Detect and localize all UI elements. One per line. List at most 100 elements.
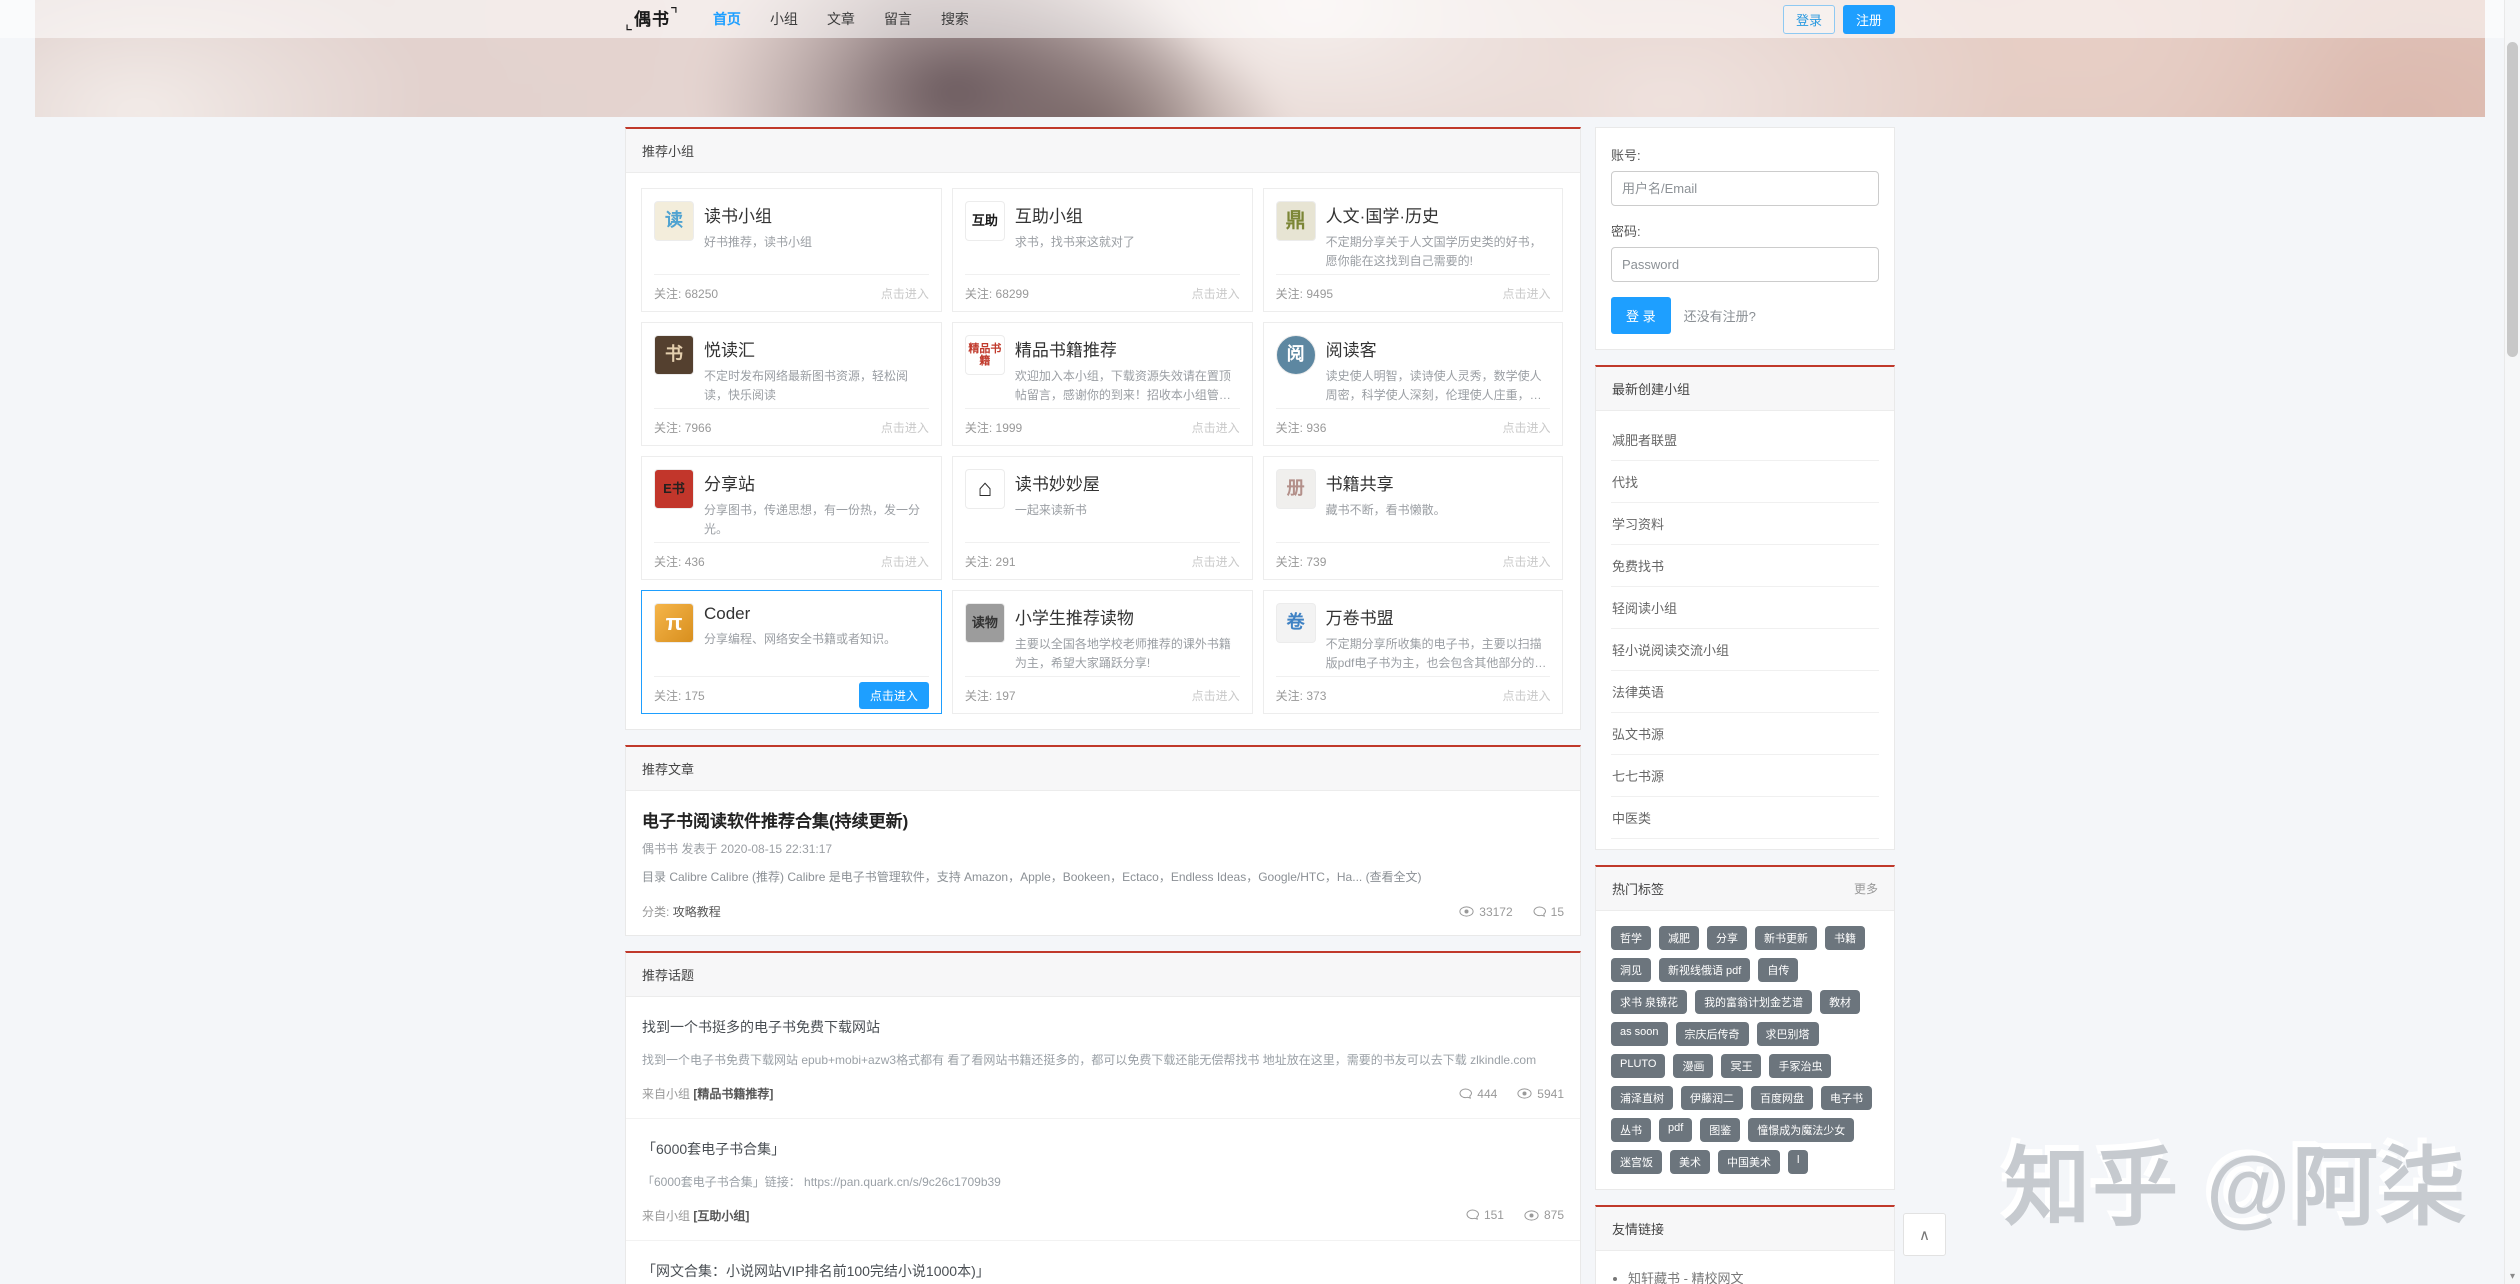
- group-name[interactable]: 悦读汇: [704, 336, 929, 361]
- register-hint-link[interactable]: 还没有注册?: [1684, 306, 1756, 325]
- tag[interactable]: 洞见: [1611, 958, 1651, 982]
- topic-title[interactable]: 「6000套电子书合集」: [642, 1139, 1564, 1159]
- group-name[interactable]: 分享站: [704, 470, 929, 495]
- group-name[interactable]: Coder: [704, 604, 896, 624]
- new-group-item[interactable]: 弘文书源: [1611, 713, 1879, 755]
- enter-group-link[interactable]: 点击进入: [1192, 553, 1240, 570]
- tag[interactable]: 美术: [1670, 1150, 1710, 1174]
- category-link[interactable]: 攻略教程: [673, 905, 721, 919]
- tag[interactable]: PLUTO: [1611, 1054, 1665, 1078]
- tag[interactable]: 憧憬成为魔法少女: [1748, 1118, 1854, 1142]
- group-card[interactable]: 精品书籍 精品书籍推荐 欢迎加入本小组，下载资源失效请在置顶帖留言，感谢你的到来…: [952, 322, 1253, 446]
- tag[interactable]: 浦泽直树: [1611, 1086, 1673, 1110]
- enter-group-link[interactable]: 点击进入: [881, 419, 929, 436]
- enter-group-link[interactable]: 点击进入: [1502, 553, 1550, 570]
- tag[interactable]: 新视线俄语 pdf: [1659, 958, 1750, 982]
- topic-from-group[interactable]: 来自小组 [互助小组]: [642, 1207, 749, 1224]
- enter-group-link[interactable]: 点击进入: [1192, 687, 1240, 704]
- tag[interactable]: 图鉴: [1700, 1118, 1740, 1142]
- tag[interactable]: as soon: [1611, 1022, 1668, 1046]
- tag[interactable]: l: [1788, 1150, 1808, 1174]
- new-group-item[interactable]: 代找: [1611, 461, 1879, 503]
- nav-item[interactable]: 留言: [884, 9, 912, 29]
- tag[interactable]: 宗庆后传奇: [1676, 1022, 1749, 1046]
- new-group-item[interactable]: 七七书源: [1611, 755, 1879, 797]
- tag[interactable]: 中国美术: [1718, 1150, 1780, 1174]
- group-name[interactable]: 人文·国学·历史: [1326, 202, 1551, 227]
- tag[interactable]: 漫画: [1673, 1054, 1713, 1078]
- group-name[interactable]: 小学生推荐读物: [1015, 604, 1240, 629]
- group-card[interactable]: 册 书籍共享 藏书不断，看书懒散。 关注: 739 点击进入: [1263, 456, 1564, 580]
- new-group-item[interactable]: 轻小说阅读交流小组: [1611, 629, 1879, 671]
- enter-group-link[interactable]: 点击进入: [1502, 687, 1550, 704]
- nav-item[interactable]: 首页: [713, 9, 741, 29]
- new-group-item[interactable]: 减肥者联盟: [1611, 419, 1879, 461]
- tag[interactable]: 自传: [1758, 958, 1798, 982]
- group-card[interactable]: π Coder 分享编程、网络安全书籍或者知识。 关注: 175 点击进入: [641, 590, 942, 714]
- scrollbar-thumb[interactable]: [2507, 42, 2518, 357]
- more-tags-link[interactable]: 更多: [1854, 880, 1878, 897]
- enter-group-link[interactable]: 点击进入: [1502, 285, 1550, 302]
- group-name[interactable]: 万卷书盟: [1326, 604, 1551, 629]
- group-card[interactable]: 卷 万卷书盟 不定期分享所收集的电子书，主要以扫描版pdf电子书为主，也会包含其…: [1263, 590, 1564, 714]
- tag[interactable]: 伊藤润二: [1681, 1086, 1743, 1110]
- new-group-item[interactable]: 免费找书: [1611, 545, 1879, 587]
- group-name[interactable]: 精品书籍推荐: [1015, 336, 1240, 361]
- nav-item[interactable]: 文章: [827, 9, 855, 29]
- tag[interactable]: 迷宫饭: [1611, 1150, 1662, 1174]
- scrollbar-down-arrow[interactable]: ▾: [2505, 1271, 2520, 1282]
- login-button[interactable]: 登录: [1783, 5, 1835, 34]
- enter-group-link[interactable]: 点击进入: [859, 682, 929, 709]
- tag[interactable]: 我的富翁计划金艺谱: [1695, 990, 1812, 1014]
- group-card[interactable]: 互助 互助小组 求书，找书来这就对了 关注: 68299 点击进入: [952, 188, 1253, 312]
- register-button[interactable]: 注册: [1843, 5, 1895, 34]
- nav-item[interactable]: 搜索: [941, 9, 969, 29]
- group-card[interactable]: E书 分享站 分享图书，传递思想，有一份热，发一分光。 关注: 436 点击进入: [641, 456, 942, 580]
- password-input[interactable]: [1611, 247, 1879, 282]
- tag[interactable]: 教材: [1820, 990, 1860, 1014]
- tag[interactable]: pdf: [1659, 1118, 1692, 1142]
- new-group-item[interactable]: 学习资料: [1611, 503, 1879, 545]
- group-card[interactable]: 读 读书小组 好书推荐，读书小组 关注: 68250 点击进入: [641, 188, 942, 312]
- tag[interactable]: 减肥: [1659, 926, 1699, 950]
- back-to-top-button[interactable]: ∧: [1903, 1213, 1946, 1256]
- new-group-item[interactable]: 轻阅读小组: [1611, 587, 1879, 629]
- topic-group[interactable]: [互助小组]: [693, 1209, 749, 1223]
- topic-group[interactable]: [精品书籍推荐]: [693, 1087, 773, 1101]
- group-card[interactable]: 阅 阅读客 读史使人明智，读诗使人灵秀，数学使人周密，科学使人深刻，伦理使人庄重…: [1263, 322, 1564, 446]
- group-card[interactable]: 鼎 人文·国学·历史 不定期分享关于人文国学历史类的好书，愿你能在这找到自己需要…: [1263, 188, 1564, 312]
- group-name[interactable]: 阅读客: [1326, 336, 1551, 361]
- login-submit-button[interactable]: 登 录: [1611, 297, 1671, 334]
- article-title[interactable]: 电子书阅读软件推荐合集(持续更新): [642, 807, 1564, 832]
- enter-group-link[interactable]: 点击进入: [1502, 419, 1550, 436]
- enter-group-link[interactable]: 点击进入: [1192, 285, 1240, 302]
- scrollbar[interactable]: ▾: [2504, 0, 2520, 1284]
- tag[interactable]: 手冢治虫: [1769, 1054, 1831, 1078]
- tag[interactable]: 哲学: [1611, 926, 1651, 950]
- group-card[interactable]: ⌂ 读书妙妙屋 一起来读新书 关注: 291 点击进入: [952, 456, 1253, 580]
- new-group-item[interactable]: 法律英语: [1611, 671, 1879, 713]
- enter-group-link[interactable]: 点击进入: [881, 553, 929, 570]
- tag[interactable]: 分享: [1707, 926, 1747, 950]
- group-name[interactable]: 读书小组: [704, 202, 812, 227]
- group-card[interactable]: 读物 小学生推荐读物 主要以全国各地学校老师推荐的课外书籍为主，希望大家踊跃分享…: [952, 590, 1253, 714]
- tag[interactable]: 电子书: [1821, 1086, 1872, 1110]
- site-logo[interactable]: ⌞偶书⌝: [625, 5, 679, 34]
- tag[interactable]: 新书更新: [1755, 926, 1817, 950]
- nav-item[interactable]: 小组: [770, 9, 798, 29]
- enter-group-link[interactable]: 点击进入: [1192, 419, 1240, 436]
- tag[interactable]: 丛书: [1611, 1118, 1651, 1142]
- group-name[interactable]: 互助小组: [1015, 202, 1135, 227]
- enter-group-link[interactable]: 点击进入: [881, 285, 929, 302]
- friend-link[interactable]: 知轩藏书 - 精校网文: [1628, 1265, 1878, 1284]
- group-name[interactable]: 书籍共享: [1326, 470, 1446, 495]
- new-group-item[interactable]: 中医类: [1611, 797, 1879, 839]
- tag[interactable]: 求书 泉镜花: [1611, 990, 1687, 1014]
- username-input[interactable]: [1611, 171, 1879, 206]
- topic-from-group[interactable]: 来自小组 [精品书籍推荐]: [642, 1085, 773, 1102]
- tag[interactable]: 书籍: [1825, 926, 1865, 950]
- topic-title[interactable]: 找到一个书挺多的电子书免费下载网站: [642, 1017, 1564, 1037]
- group-card[interactable]: 书 悦读汇 不定时发布网络最新图书资源，轻松阅读，快乐阅读 关注: 7966 点…: [641, 322, 942, 446]
- topic-title[interactable]: 「网文合集：小说网站VIP排名前100完结小说1000本)」: [642, 1261, 1564, 1281]
- tag[interactable]: 百度网盘: [1751, 1086, 1813, 1110]
